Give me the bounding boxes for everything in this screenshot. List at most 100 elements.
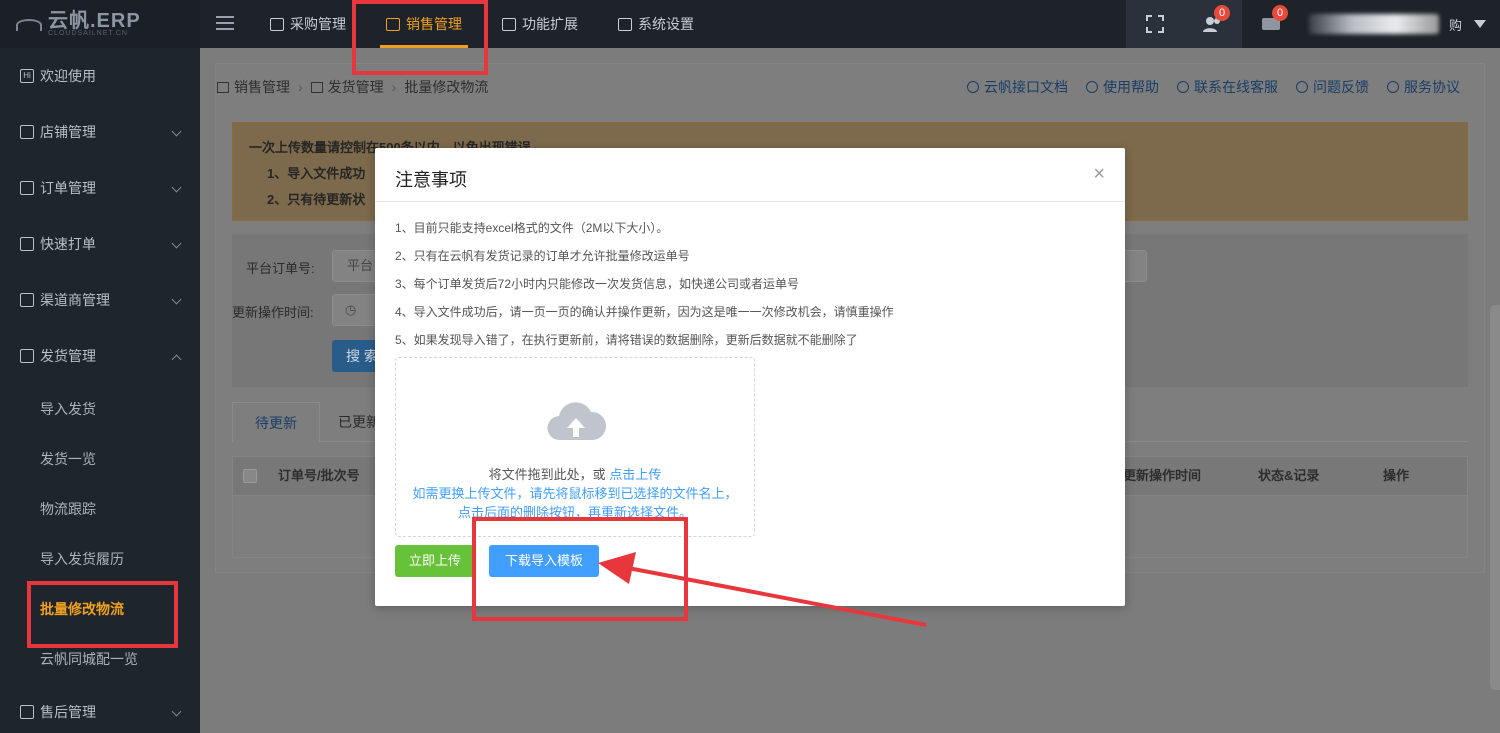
channel-icon [20, 293, 34, 307]
annotation-box-sales-nav [352, 0, 488, 75]
breadcrumb-item[interactable]: 销售管理 [234, 77, 290, 97]
sidebar-subitem-label: 物流跟踪 [40, 501, 96, 517]
sidebar-subitem-logistics-tracking[interactable]: 物流跟踪 [0, 484, 200, 534]
rule-item: 1、目前只能支持excel格式的文件（2M以下大小）。 [395, 221, 669, 235]
search-button[interactable]: 搜 索 [332, 340, 378, 372]
chevron-down-icon [171, 294, 182, 305]
document-icon [967, 81, 979, 93]
logo[interactable]: 云帆.ERP CLOUDSAILNET.CN [0, 0, 200, 48]
notice-button[interactable]: 0 [1184, 0, 1242, 48]
sidebar-subitem-import-shipping[interactable]: 导入发货 [0, 384, 200, 434]
sidebar-item-shipping[interactable]: 发货管理 [0, 328, 200, 384]
fullscreen-button[interactable] [1126, 0, 1184, 48]
caret-down-icon [1474, 20, 1486, 28]
truck-icon [20, 349, 34, 363]
sidebar-subitem-label: 导入发货 [40, 401, 96, 417]
chevron-down-icon [171, 238, 182, 249]
sidebar-subitem-label: 导入发货履历 [40, 551, 124, 567]
top-nav-extension[interactable]: 功能扩展 [482, 0, 598, 48]
sales-icon [217, 81, 229, 93]
rule-item: 2、只有在云帆有发货记录的订单才允许批量修改运单号 [395, 249, 690, 263]
help-links: 云帆接口文档 使用帮助 联系在线客服 问题反馈 服务协议 [949, 73, 1460, 101]
dropzone-hint: 如需更换上传文件，请先将鼠标移到已选择的文件名上， [412, 486, 738, 501]
chevron-down-icon [171, 706, 182, 717]
dropzone-prompt: 将文件拖到此处，或 [488, 467, 606, 482]
close-icon[interactable]: × [1093, 164, 1105, 184]
upload-dropzone[interactable]: 将文件拖到此处，或 点击上传 如需更换上传文件，请先将鼠标移到已选择的文件名上，… [395, 357, 755, 537]
breadcrumb-item[interactable]: 发货管理 [328, 77, 384, 97]
user-menu[interactable]: 购 [1300, 0, 1500, 48]
top-nav-settings[interactable]: 系统设置 [598, 0, 714, 48]
link-label: 使用帮助 [1103, 79, 1159, 95]
chevron-up-icon [171, 354, 182, 365]
sidebar-item-quick-print[interactable]: 快速打单 [0, 216, 200, 272]
notice-line: 1、导入文件成功 [267, 166, 366, 181]
sidebar-item-label: 欢迎使用 [40, 68, 96, 84]
column-status: 状态&记录 [1258, 468, 1320, 483]
top-nav-label: 系统设置 [638, 16, 694, 32]
fullscreen-icon [1146, 15, 1164, 33]
lightbulb-icon [1296, 81, 1308, 93]
help-icon [1086, 81, 1098, 93]
order-filter-input-end[interactable] [1125, 250, 1147, 282]
sidebar-item-channel[interactable]: 渠道商管理 [0, 272, 200, 328]
message-badge: 0 [1272, 5, 1288, 21]
sidebar-item-welcome[interactable]: Hi 欢迎使用 [0, 48, 200, 104]
sidebar-subitem-shipping-list[interactable]: 发货一览 [0, 434, 200, 484]
menu-toggle-icon[interactable] [216, 16, 234, 32]
logo-text: 云帆.ERP [48, 9, 141, 32]
link-label: 联系在线客服 [1194, 79, 1278, 95]
breadcrumb-separator: › [391, 79, 397, 95]
top-nav-label: 采购管理 [290, 16, 346, 32]
select-all-checkbox[interactable] [243, 469, 257, 483]
rule-item: 5、如果发现导入错了，在执行更新前，请将错误的数据删除，更新后数据就不能删除了 [395, 333, 858, 347]
user-name: 购 [1448, 17, 1462, 33]
chevron-down-icon [171, 182, 182, 193]
sidebar-subitem-label: 发货一览 [40, 451, 96, 467]
link-label: 问题反馈 [1313, 79, 1369, 95]
link-service-agreement[interactable]: 服务协议 [1387, 77, 1460, 97]
breadcrumb-current: 批量修改物流 [404, 79, 489, 95]
top-right-tools: 0 0 购 [1126, 0, 1500, 48]
chevron-down-icon [171, 126, 182, 137]
dialog-header: 注意事项 × [375, 148, 1125, 202]
upload-now-button[interactable]: 立即上传 [395, 545, 475, 577]
link-help[interactable]: 使用帮助 [1086, 77, 1159, 97]
headset-icon [1177, 81, 1189, 93]
sidebar-subitem-label: 云帆同城配一览 [40, 651, 138, 667]
user-avatar [1308, 14, 1439, 34]
sidebar-item-shop[interactable]: 店铺管理 [0, 104, 200, 160]
shop-icon [20, 125, 34, 139]
click-upload-link[interactable]: 点击上传 [609, 467, 661, 482]
sidebar-item-orders[interactable]: 订单管理 [0, 160, 200, 216]
rule-item: 4、导入文件成功后，请一页一页的确认并操作更新，因为这是唯一一次修改机会，请慎重… [395, 305, 894, 319]
link-label: 服务协议 [1404, 79, 1460, 95]
link-feedback[interactable]: 问题反馈 [1296, 77, 1369, 97]
printer-icon [20, 237, 34, 251]
settings-icon [618, 17, 632, 31]
logo-icon [14, 13, 42, 35]
order-number-input[interactable]: 平台 [332, 250, 378, 282]
message-button[interactable]: 0 [1242, 0, 1300, 48]
orders-icon [20, 181, 34, 195]
dialog-title: 注意事项 [395, 170, 467, 190]
extension-icon [502, 17, 516, 31]
top-bar: 云帆.ERP CLOUDSAILNET.CN 采购管理 销售管理 功能扩展 系统… [0, 0, 1500, 48]
scrollbar[interactable] [1490, 305, 1500, 690]
link-online-service[interactable]: 联系在线客服 [1177, 77, 1278, 97]
tab-pending[interactable]: 待更新 [232, 402, 320, 442]
logo-wordmark: 云帆.ERP CLOUDSAILNET.CN [48, 9, 141, 37]
logo-subtext: CLOUDSAILNET.CN [48, 29, 128, 37]
truck-icon [310, 81, 323, 93]
link-api-docs[interactable]: 云帆接口文档 [967, 77, 1068, 97]
top-nav-purchase[interactable]: 采购管理 [250, 0, 366, 48]
update-time-picker[interactable]: ◷ [332, 294, 378, 326]
sidebar-item-after-sales[interactable]: 售后管理 [0, 684, 200, 733]
breadcrumb-separator: › [298, 79, 303, 95]
column-actions: 操作 [1383, 468, 1410, 483]
cloud-upload-icon [547, 402, 606, 441]
notice-badge: 0 [1214, 5, 1230, 21]
annotation-box-batch-modify [27, 581, 178, 648]
sidebar-item-label: 店铺管理 [40, 124, 96, 140]
sidebar-subitem-import-history[interactable]: 导入发货履历 [0, 534, 200, 584]
